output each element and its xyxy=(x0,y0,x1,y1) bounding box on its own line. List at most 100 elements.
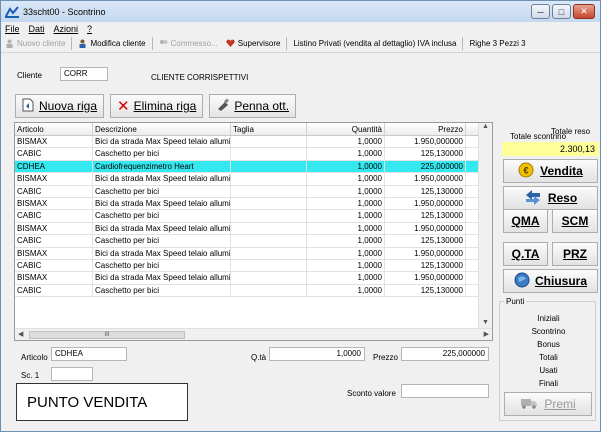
supervisore-button[interactable]: Supervisore xyxy=(222,36,285,52)
qta-button[interactable]: Q.TA xyxy=(503,242,548,266)
reso-button[interactable]: Reso xyxy=(503,186,598,210)
prz-label: PRZ xyxy=(563,247,587,261)
commesso-label: Commesso... xyxy=(170,39,218,48)
column-header-articolo[interactable]: Articolo xyxy=(15,123,93,135)
nuova-riga-button[interactable]: Nuova riga xyxy=(15,94,105,118)
table-row[interactable]: CABIC Caschetto per bici 1,0000 125,130000 xyxy=(15,185,485,198)
toolbar-separator xyxy=(71,37,73,50)
table-cell: Caschetto per bici xyxy=(93,259,231,272)
scroll-thumb[interactable]: III xyxy=(29,331,185,339)
reso-label: Reso xyxy=(547,191,578,205)
table-row[interactable]: CABIC Caschetto per bici 1,0000 125,130000 xyxy=(15,210,485,223)
title-bar[interactable]: 33scht00 - Scontrino ─ □ ✕ xyxy=(1,1,600,22)
cliente-code-field[interactable]: CORR xyxy=(60,67,108,81)
table-cell: 125,130000 xyxy=(385,210,466,222)
grid-header: Articolo Descrizione Taglia Quantità Pre… xyxy=(15,123,485,136)
totale-scontrino-value: 2.300,13 xyxy=(502,142,599,156)
menu-file[interactable]: File xyxy=(5,24,20,34)
table-row[interactable]: BISMAX Bici da strada Max Speed telaio al… xyxy=(15,136,485,149)
articolo-field[interactable]: CDHEA xyxy=(51,347,127,361)
punti-usati: Usati xyxy=(539,366,558,375)
listino-status: Listino Privati (vendita al dettaglio) I… xyxy=(289,36,460,52)
qma-button[interactable]: QMA xyxy=(503,209,548,233)
elimina-riga-button[interactable]: ✕ Elimina riga xyxy=(110,94,204,118)
table-cell xyxy=(231,197,307,210)
action-bar: Nuova riga ✕ Elimina riga Penna ott. xyxy=(15,94,297,118)
chiusura-label: Chiusura xyxy=(534,274,587,288)
table-row[interactable]: CDHEA Cardiofrequenzimetro Heart 1,0000 225… xyxy=(15,160,485,174)
commesso-button[interactable]: Commesso... xyxy=(155,36,222,52)
table-cell: Cardiofrequenzimetro Heart xyxy=(93,160,231,173)
penna-ott-label: Penna ott. xyxy=(234,99,290,113)
table-row[interactable]: CABIC Caschetto per bici 1,0000 125,130000 xyxy=(15,259,485,273)
table-cell xyxy=(231,136,307,148)
menu-help[interactable]: ? xyxy=(87,24,92,34)
modifica-cliente-label: Modifica cliente xyxy=(90,39,146,48)
table-cell: CABIC xyxy=(15,259,93,272)
horizontal-scrollbar[interactable]: ◀ III ▶ xyxy=(15,328,492,340)
table-row[interactable]: BISMAX Bici da strada Max Speed telaio al… xyxy=(15,222,485,236)
table-cell: CABIC xyxy=(15,284,93,297)
table-row[interactable]: BISMAX Bici da strada Max Speed telaio al… xyxy=(15,247,485,260)
sconto-valore-field[interactable] xyxy=(401,384,489,398)
table-cell: 1,0000 xyxy=(307,160,385,173)
table-row[interactable]: CABIC Caschetto per bici 1,0000 125,130000 xyxy=(15,235,485,248)
table-row[interactable]: BISMAX Bici da strada Max Speed telaio al… xyxy=(15,272,485,285)
table-cell xyxy=(231,259,307,272)
modifica-cliente-button[interactable]: Modifica cliente xyxy=(74,36,149,52)
table-cell: 1,0000 xyxy=(307,197,385,210)
qta-field-label: Q.tà xyxy=(251,353,267,362)
column-header-descrizione[interactable]: Descrizione xyxy=(93,123,231,135)
table-cell: 1.950,000000 xyxy=(385,197,466,210)
menu-dati[interactable]: Dati xyxy=(29,24,45,34)
punto-vendita-box: PUNTO VENDITA xyxy=(16,383,188,421)
vendita-button[interactable]: € Vendita xyxy=(503,159,598,183)
minimize-button[interactable]: ─ xyxy=(531,4,550,19)
qta-field[interactable]: 1,0000 xyxy=(269,347,365,361)
menu-azioni[interactable]: Azioni xyxy=(54,24,79,34)
punti-bonus: Bonus xyxy=(537,340,560,349)
table-cell: 1,0000 xyxy=(307,210,385,222)
scroll-up-arrow-icon[interactable]: ▲ xyxy=(479,123,492,130)
chiusura-button[interactable]: Chiusura xyxy=(503,269,598,293)
table-row[interactable]: CABIC Caschetto per bici 1,0000 125,130000 xyxy=(15,284,485,298)
maximize-button[interactable]: □ xyxy=(552,4,571,19)
table-row[interactable]: CABIC Caschetto per bici 1,0000 125,130000 xyxy=(15,148,485,161)
listino-label: Listino Privati (vendita al dettaglio) I… xyxy=(293,39,457,48)
sconto-valore-label: Sconto valore xyxy=(347,389,396,398)
toolbar: Nuovo cliente Modifica cliente Commesso.… xyxy=(1,35,600,53)
table-cell: CABIC xyxy=(15,148,93,160)
close-button[interactable]: ✕ xyxy=(573,4,595,19)
items-grid[interactable]: Articolo Descrizione Taglia Quantità Pre… xyxy=(14,122,493,341)
table-cell: 125,130000 xyxy=(385,185,466,197)
scroll-left-arrow-icon[interactable]: ◀ xyxy=(18,330,23,338)
scroll-right-arrow-icon[interactable]: ▶ xyxy=(484,330,489,338)
column-header-quantita[interactable]: Quantità xyxy=(307,123,385,135)
righe-pezzi-label: Righe 3 Pezzi 3 xyxy=(469,39,526,48)
scm-button[interactable]: SCM xyxy=(552,209,598,233)
table-cell: Bici da strada Max Speed telaio allumi xyxy=(95,272,231,284)
column-header-prezzo[interactable]: Prezzo xyxy=(385,123,466,135)
premi-button[interactable]: Premi xyxy=(504,392,592,416)
penna-ott-button[interactable]: Penna ott. xyxy=(209,94,297,118)
table-row[interactable]: BISMAX Bici da strada Max Speed telaio al… xyxy=(15,197,485,211)
vertical-scrollbar[interactable]: ▲ ▼ xyxy=(478,123,492,328)
table-cell: 1,0000 xyxy=(307,259,385,272)
prz-button[interactable]: PRZ xyxy=(552,242,598,266)
table-row[interactable]: BISMAX Bici da strada Max Speed telaio al… xyxy=(15,173,485,186)
barcode-pen-icon xyxy=(216,98,230,114)
scroll-down-arrow-icon[interactable]: ▼ xyxy=(479,319,492,326)
nuovo-cliente-label: Nuovo cliente xyxy=(17,39,66,48)
table-cell xyxy=(231,185,307,197)
table-cell: 1,0000 xyxy=(307,222,385,235)
table-cell: Caschetto per bici xyxy=(93,235,231,247)
new-document-icon xyxy=(22,98,34,115)
nuovo-cliente-button[interactable]: Nuovo cliente xyxy=(1,36,69,52)
toolbar-separator xyxy=(462,37,464,50)
return-arrows-icon xyxy=(524,189,542,208)
sc1-field[interactable] xyxy=(51,367,93,381)
table-cell xyxy=(231,210,307,222)
prezzo-field[interactable]: 225,000000 xyxy=(401,347,489,361)
globe-icon xyxy=(514,272,530,291)
column-header-taglia[interactable]: Taglia xyxy=(231,123,307,135)
